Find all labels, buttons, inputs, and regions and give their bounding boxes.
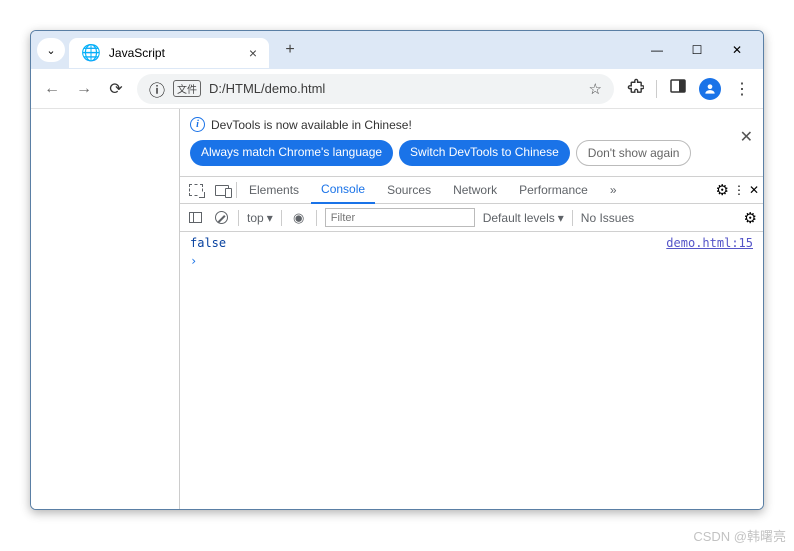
tab-network[interactable]: Network xyxy=(443,176,507,204)
console-message: false demo.html:15 xyxy=(190,236,753,250)
watermark: CSDN @韩曙亮 xyxy=(693,526,786,545)
toolbar: ← → ⟳ ⓘ 文件 D:/HTML/demo.html ☆ ⋮ xyxy=(31,69,763,109)
titlebar: ⌄ 🌐 JavaScript × + — ☐ ✕ xyxy=(31,31,763,69)
console-output[interactable]: false demo.html:15 › xyxy=(180,232,763,509)
separator xyxy=(572,210,573,226)
page-viewport xyxy=(31,109,179,509)
profile-button[interactable] xyxy=(699,78,721,100)
more-tabs-button[interactable]: » xyxy=(600,176,627,204)
separator xyxy=(236,182,237,198)
devtools-menu-icon[interactable]: ⋮ xyxy=(733,183,745,197)
device-mode-icon[interactable] xyxy=(210,185,234,196)
browser-window: ⌄ 🌐 JavaScript × + — ☐ ✕ ← → ⟳ ⓘ 文件 D:/H… xyxy=(30,30,764,510)
tab-title: JavaScript xyxy=(109,46,241,60)
clear-console-icon[interactable] xyxy=(212,211,230,224)
browser-tab[interactable]: 🌐 JavaScript × xyxy=(69,38,269,68)
tab-performance[interactable]: Performance xyxy=(509,176,598,204)
tab-close-button[interactable]: × xyxy=(249,45,257,61)
maximize-button[interactable]: ☐ xyxy=(677,35,717,65)
address-bar[interactable]: ⓘ 文件 D:/HTML/demo.html ☆ xyxy=(137,74,614,104)
url-scheme-label: 文件 xyxy=(173,80,201,97)
url-text: D:/HTML/demo.html xyxy=(209,81,581,96)
devtools-settings-icon[interactable]: ⚙ xyxy=(715,181,728,199)
console-value: false xyxy=(190,236,226,250)
filter-input[interactable] xyxy=(325,208,475,227)
info-icon: i xyxy=(190,117,205,132)
separator xyxy=(316,210,317,226)
window-close-button[interactable]: ✕ xyxy=(717,35,757,65)
context-selector[interactable]: top▾ xyxy=(247,211,273,225)
tab-sources[interactable]: Sources xyxy=(377,176,441,204)
issues-button[interactable]: No Issues xyxy=(581,211,634,225)
back-button[interactable]: ← xyxy=(41,80,63,98)
content-area: ✕ i DevTools is now available in Chinese… xyxy=(31,109,763,509)
console-sidebar-toggle-icon[interactable] xyxy=(186,212,204,223)
infobar-close-button[interactable]: ✕ xyxy=(740,127,753,147)
separator xyxy=(281,210,282,226)
separator xyxy=(238,210,239,226)
devtools-tabbar: Elements Console Sources Network Perform… xyxy=(180,176,763,204)
tab-console[interactable]: Console xyxy=(311,176,375,204)
reload-button[interactable]: ⟳ xyxy=(105,79,127,99)
site-info-icon[interactable]: ⓘ xyxy=(149,77,165,101)
globe-icon: 🌐 xyxy=(81,43,101,63)
devtools-infobar: ✕ i DevTools is now available in Chinese… xyxy=(180,109,763,176)
console-settings-icon[interactable]: ⚙ xyxy=(744,209,757,227)
extensions-button[interactable] xyxy=(624,78,646,100)
separator xyxy=(656,80,657,98)
infobar-text: DevTools is now available in Chinese! xyxy=(211,118,412,132)
tab-elements[interactable]: Elements xyxy=(239,176,309,204)
tab-search-button[interactable]: ⌄ xyxy=(37,38,65,62)
console-prompt[interactable]: › xyxy=(190,254,753,268)
minimize-button[interactable]: — xyxy=(637,35,677,65)
forward-button[interactable]: → xyxy=(73,80,95,98)
console-toolbar: top▾ Default levels▾ No Issues ⚙ xyxy=(180,204,763,232)
menu-button[interactable]: ⋮ xyxy=(731,79,753,99)
inspect-element-icon[interactable] xyxy=(184,184,208,196)
dont-show-again-button[interactable]: Don't show again xyxy=(576,140,692,166)
source-link[interactable]: demo.html:15 xyxy=(666,236,753,250)
side-panel-button[interactable] xyxy=(667,78,689,99)
bookmark-button[interactable]: ☆ xyxy=(589,80,602,98)
log-levels-selector[interactable]: Default levels▾ xyxy=(483,211,564,225)
devtools-close-button[interactable]: ✕ xyxy=(749,183,759,197)
window-controls: — ☐ ✕ xyxy=(637,35,757,65)
always-match-language-button[interactable]: Always match Chrome's language xyxy=(190,140,393,166)
devtools-panel: ✕ i DevTools is now available in Chinese… xyxy=(179,109,763,509)
switch-to-chinese-button[interactable]: Switch DevTools to Chinese xyxy=(399,140,570,166)
new-tab-button[interactable]: + xyxy=(277,37,303,63)
live-expression-icon[interactable] xyxy=(290,210,308,226)
